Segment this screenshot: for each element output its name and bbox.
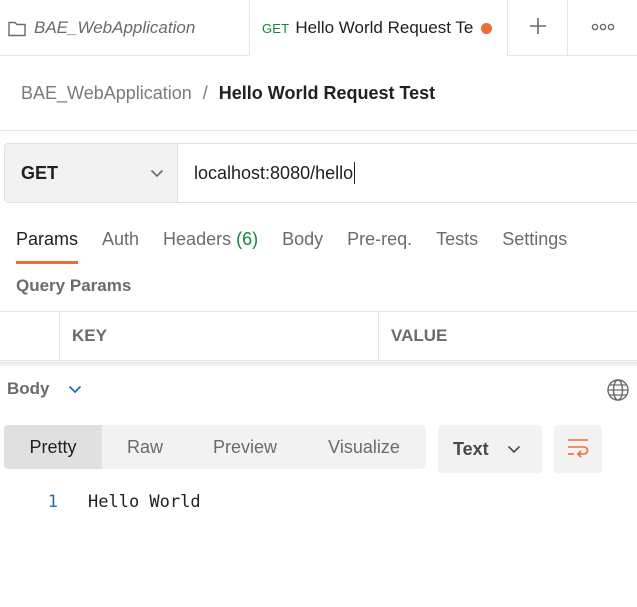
query-params-heading: Query Params <box>16 276 132 295</box>
more-tabs-button[interactable] <box>568 0 637 56</box>
view-raw-button[interactable]: Raw <box>102 425 188 469</box>
collection-icon <box>4 0 30 56</box>
line-number: 1 <box>47 492 58 512</box>
header-divider <box>0 130 637 131</box>
unsaved-dot-icon <box>481 22 493 34</box>
tab-headers-label: Headers <box>163 229 232 249</box>
tab-body[interactable]: Body <box>282 226 323 264</box>
breadcrumb-request-name[interactable]: Hello World Request Test <box>219 83 435 104</box>
line-text: Hello World <box>88 492 201 512</box>
wrap-lines-icon <box>566 436 590 463</box>
method-label: GET <box>21 162 59 183</box>
request-tabs: Params Auth Headers (6) Body Pre-req. Te… <box>16 226 591 264</box>
tab-params-label: Params <box>16 229 79 249</box>
response-view-mode: Pretty Raw Preview Visualize <box>4 425 426 469</box>
response-body-label: Body <box>7 379 50 398</box>
code-line: 1 Hello World <box>0 490 637 514</box>
chevron-down-icon <box>68 385 82 394</box>
tab-request[interactable]: GET Hello World Request Te <box>250 0 508 56</box>
globe-icon[interactable] <box>606 378 630 402</box>
tab-auth[interactable]: Auth <box>102 226 139 264</box>
url-input[interactable]: localhost:8080/hello <box>178 144 637 202</box>
more-horizontal-icon <box>591 19 615 37</box>
tab-tests[interactable]: Tests <box>436 226 478 264</box>
chevron-down-icon <box>507 445 521 454</box>
pane-resize-handle[interactable] <box>0 362 637 366</box>
tab-collection-title: BAE_WebApplication <box>34 18 196 37</box>
headers-count-badge: (6) <box>236 229 259 249</box>
wrap-lines-button[interactable] <box>554 425 602 473</box>
view-visualize-button[interactable]: Visualize <box>302 425 426 469</box>
text-caret <box>354 162 356 184</box>
tab-settings-label: Settings <box>502 229 568 249</box>
tab-params[interactable]: Params <box>16 226 79 264</box>
view-pretty-button[interactable]: Pretty <box>4 425 102 469</box>
view-preview-button[interactable]: Preview <box>188 425 302 469</box>
tab-bar: BAE_WebApplication GET Hello World Reque… <box>0 0 637 56</box>
url-text: localhost:8080/hello <box>194 162 354 183</box>
params-table: KEY VALUE <box>0 311 637 361</box>
tab-request-title: Hello World Request Te <box>295 18 474 37</box>
params-checkbox-column <box>0 312 60 360</box>
tab-auth-label: Auth <box>102 229 140 249</box>
tab-tests-label: Tests <box>436 229 479 249</box>
plus-icon <box>528 16 548 41</box>
tab-body-label: Body <box>282 229 324 249</box>
tab-collection[interactable]: BAE_WebApplication <box>0 0 250 56</box>
params-key-header: KEY <box>60 312 379 360</box>
tab-headers[interactable]: Headers (6) <box>163 226 258 264</box>
tab-request-method: GET <box>262 20 290 36</box>
tab-pre-request[interactable]: Pre-req. <box>347 226 412 264</box>
response-code-view: 1 Hello World <box>0 490 637 514</box>
tab-pre-request-label: Pre-req. <box>347 229 413 249</box>
chevron-down-icon <box>137 169 177 178</box>
new-tab-button[interactable] <box>508 0 568 56</box>
response-format-label: Text <box>453 438 489 459</box>
request-bar: GET localhost:8080/hello <box>4 143 637 203</box>
response-body-toggle[interactable]: Body <box>7 378 82 400</box>
params-value-header: VALUE <box>391 326 448 345</box>
breadcrumb: BAE_WebApplication / Hello World Request… <box>21 80 435 106</box>
breadcrumb-collection[interactable]: BAE_WebApplication <box>21 83 192 104</box>
response-format-select[interactable]: Text <box>438 425 542 473</box>
method-select[interactable]: GET <box>5 144 178 202</box>
tab-settings[interactable]: Settings <box>502 226 567 264</box>
breadcrumb-separator: / <box>202 82 208 103</box>
